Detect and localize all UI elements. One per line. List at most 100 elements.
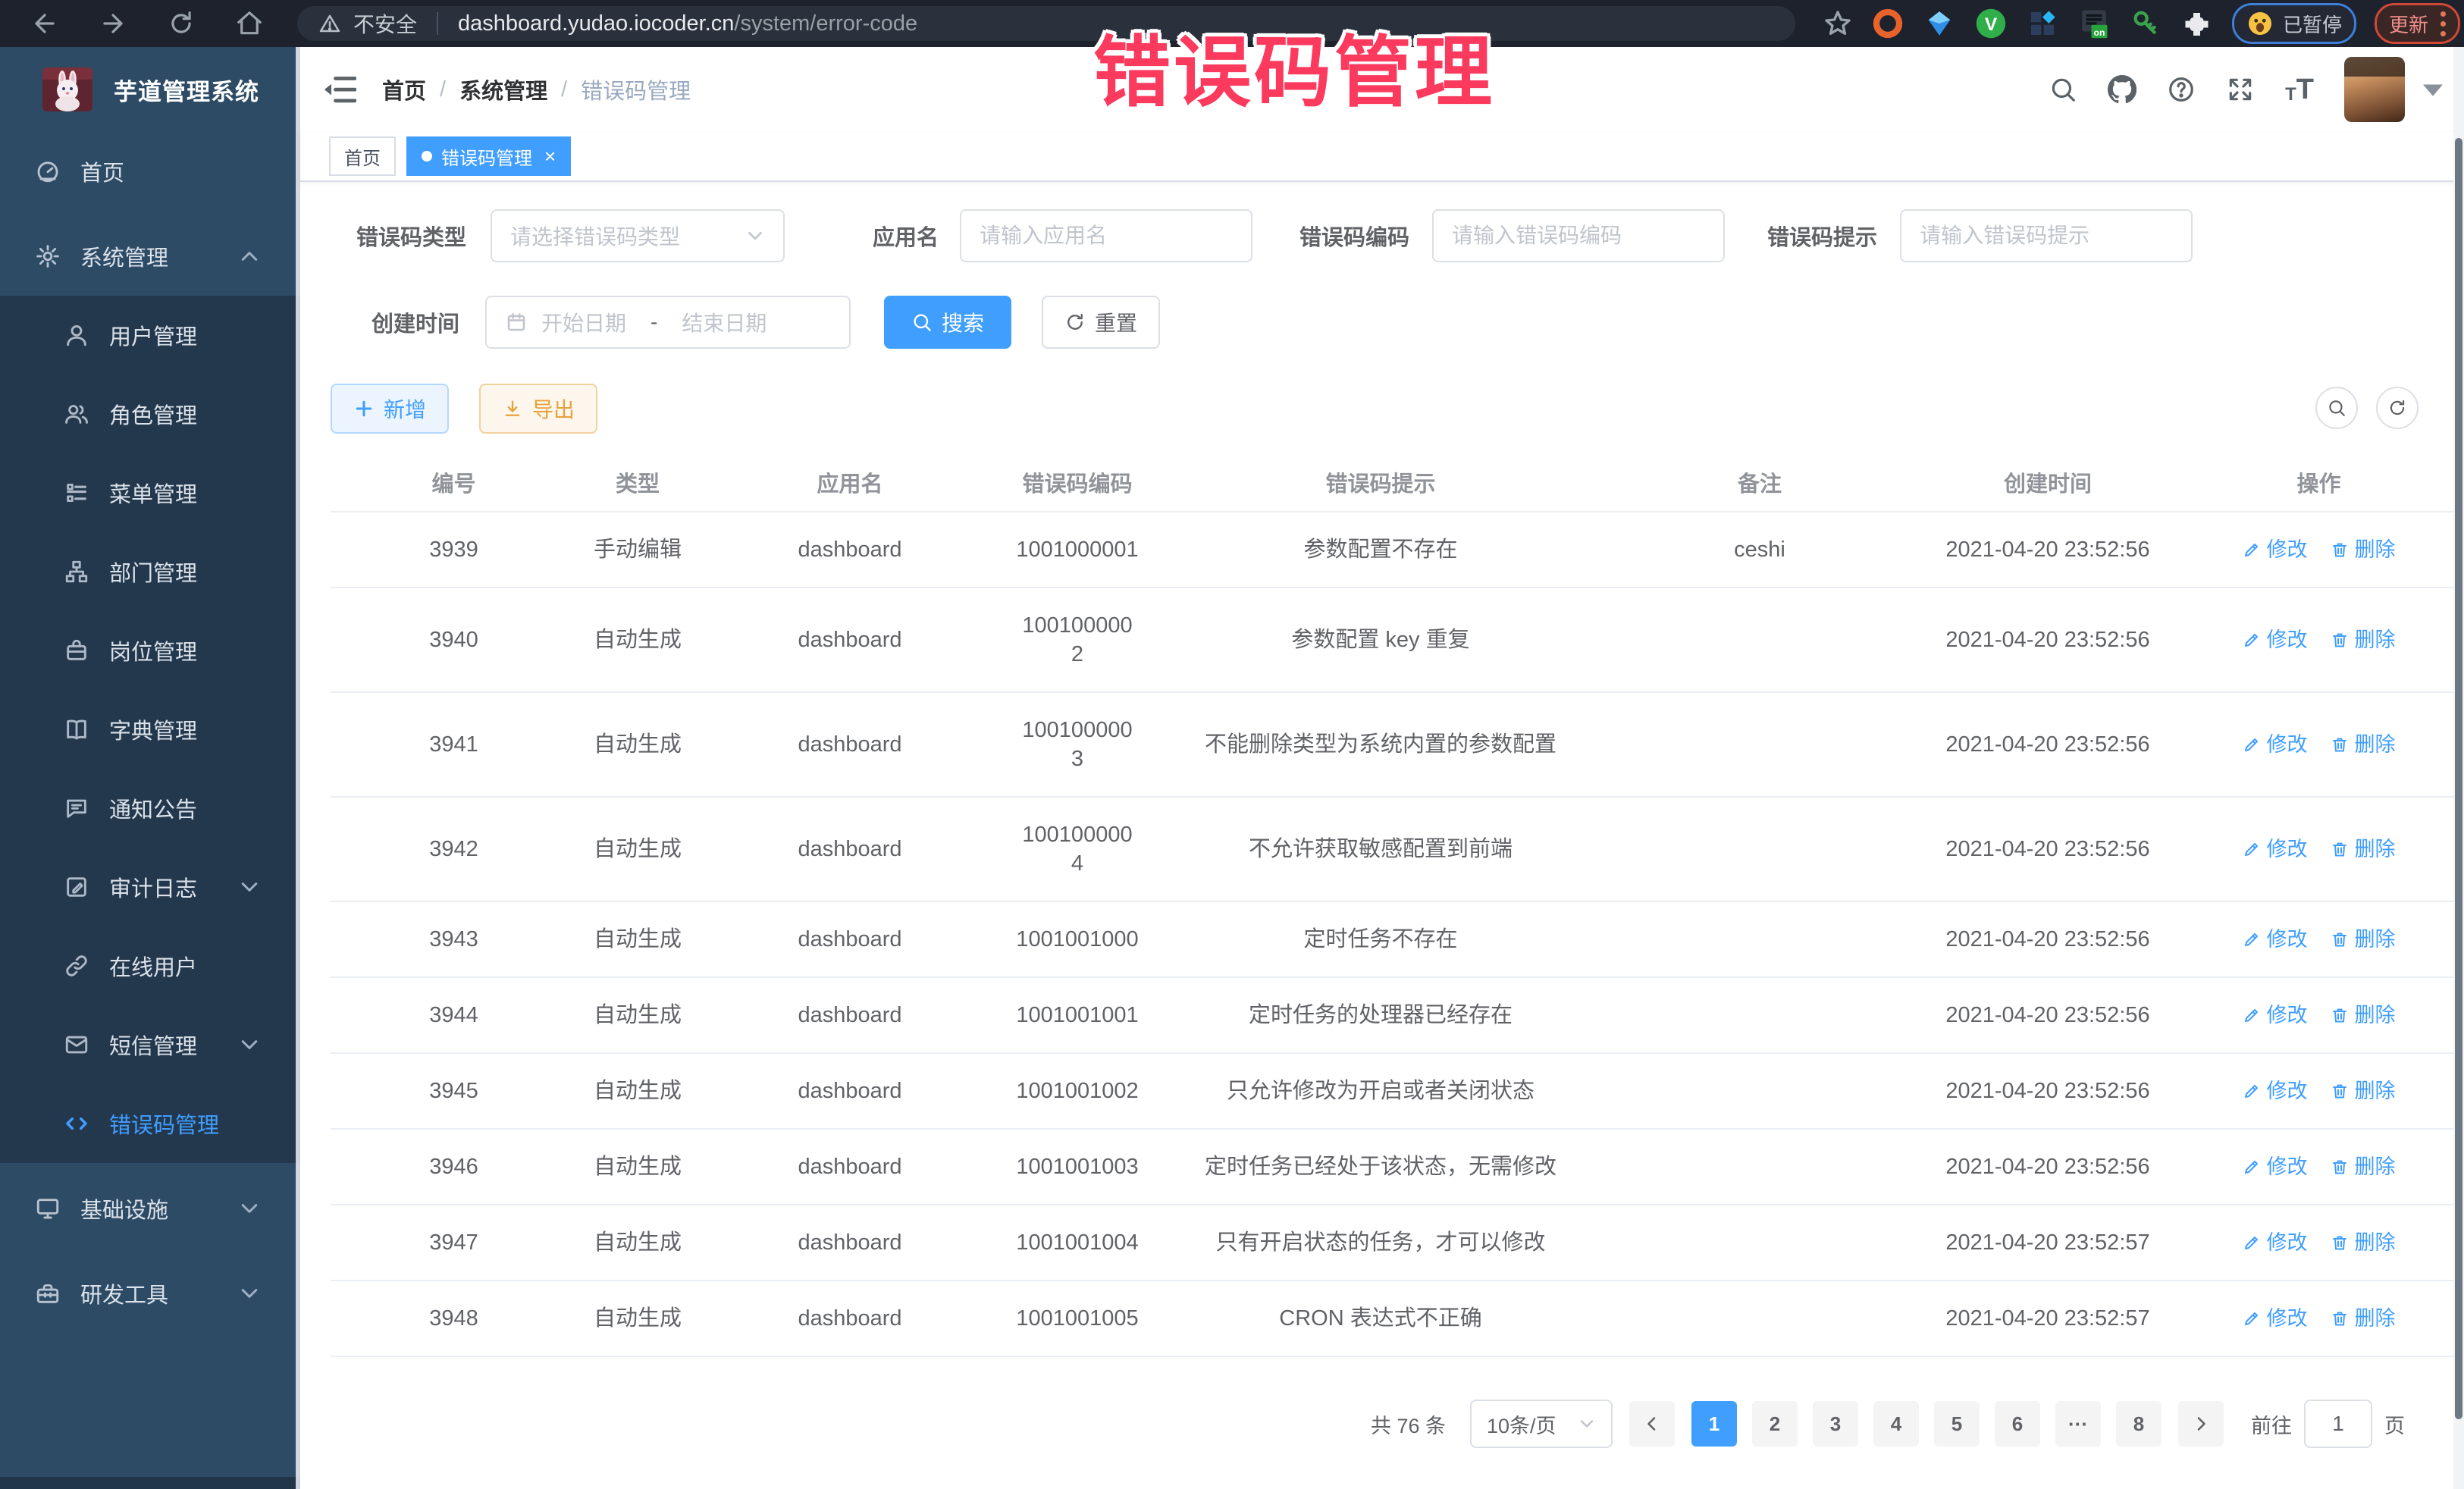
sidebar-item-online-users[interactable]: 在线用户 (0, 926, 300, 1005)
sidebar-item-sms-management[interactable]: 短信管理 (0, 1005, 300, 1084)
sidebar-item-post-management[interactable]: 岗位管理 (0, 611, 300, 690)
delete-link[interactable]: 删除 (2331, 1228, 2396, 1257)
page-button-3[interactable]: 3 (1813, 1401, 1858, 1447)
scrollbar-thumb[interactable] (2455, 138, 2462, 1419)
github-icon[interactable] (2108, 75, 2136, 104)
extension-orange-icon[interactable] (1871, 7, 1904, 40)
table-row[interactable]: 3945自动生成dashboard1001001002只允许修改为开启或者关闭状… (331, 1054, 2453, 1130)
reset-button[interactable]: 重置 (1042, 296, 1160, 349)
fullscreen-icon[interactable] (2226, 75, 2255, 104)
delete-link[interactable]: 删除 (2331, 1152, 2396, 1181)
page-button-2[interactable]: 2 (1752, 1401, 1798, 1447)
delete-link[interactable]: 删除 (2331, 625, 2396, 654)
delete-link[interactable]: 删除 (2331, 925, 2396, 954)
edit-link[interactable]: 修改 (2243, 1228, 2308, 1257)
caret-down-icon[interactable] (2423, 80, 2443, 99)
table-row[interactable]: 3941自动生成dashboard100100000 3不能删除类型为系统内置的… (331, 693, 2453, 798)
table-row[interactable]: 3943自动生成dashboard1001001000定时任务不存在2021-0… (331, 902, 2453, 978)
page-button-8[interactable]: 8 (2116, 1401, 2161, 1447)
sidebar-item-menu-management[interactable]: 菜单管理 (0, 453, 300, 532)
table-row[interactable]: 3948自动生成dashboard1001001005CRON 表达式不正确20… (331, 1281, 2453, 1357)
tab-error-code[interactable]: 错误码管理 × (406, 136, 571, 176)
goto-page-input[interactable] (2304, 1400, 2372, 1448)
user-avatar[interactable] (2344, 57, 2405, 122)
page-button-4[interactable]: 4 (1873, 1401, 1919, 1447)
extension-paused-badge[interactable]: 已暂停 (2232, 3, 2356, 44)
browser-update-button[interactable]: 更新 (2375, 3, 2460, 44)
table-row[interactable]: 3947自动生成dashboard1001001004只有开启状态的任务，才可以… (331, 1205, 2453, 1281)
address-bar[interactable]: 不安全 dashboard.yudao.iocoder.cn/system/er… (297, 6, 1795, 41)
next-page-button[interactable] (2178, 1401, 2224, 1447)
sidebar-logo[interactable]: 芋道管理系统 (0, 47, 300, 132)
page-button-1[interactable]: 1 (1691, 1401, 1737, 1447)
page-size-select[interactable]: 10条/页 (1470, 1400, 1613, 1448)
sidebar-item-notice-announcement[interactable]: 通知公告 (0, 769, 300, 848)
sidebar-item-user-management[interactable]: 用户管理 (0, 296, 300, 375)
sidebar-item-role-management[interactable]: 角色管理 (0, 375, 300, 453)
back-icon[interactable] (30, 9, 59, 38)
breadcrumb-home[interactable]: 首页 (382, 74, 426, 105)
create-time-range-picker[interactable]: 开始日期 - 结束日期 (485, 296, 851, 349)
delete-link[interactable]: 删除 (2331, 1001, 2396, 1030)
extension-key-icon[interactable] (2129, 7, 2162, 40)
sidebar-item-dev-tools[interactable]: 研发工具 (0, 1254, 300, 1333)
bookmark-star-icon[interactable] (1823, 8, 1853, 39)
edit-link[interactable]: 修改 (2243, 835, 2308, 864)
error-type-select[interactable]: 请选择错误码类型 (491, 209, 785, 262)
sidebar-item-dept-management[interactable]: 部门管理 (0, 532, 300, 611)
docs-question-icon[interactable] (2167, 75, 2196, 104)
delete-link[interactable]: 删除 (2331, 1077, 2396, 1105)
window-scrollbar[interactable] (2453, 47, 2464, 1489)
header-search-icon[interactable] (2049, 75, 2077, 104)
sidebar-item-infrastructure[interactable]: 基础设施 (0, 1169, 300, 1248)
export-button[interactable]: 导出 (479, 384, 597, 434)
home-icon[interactable] (235, 9, 264, 38)
edit-link[interactable]: 修改 (2243, 1077, 2308, 1105)
sidebar-item-error-code-management[interactable]: 错误码管理 (0, 1084, 300, 1163)
page-button-6[interactable]: 6 (1995, 1401, 2040, 1447)
edit-link[interactable]: 修改 (2243, 535, 2308, 564)
search-button[interactable]: 搜索 (884, 296, 1011, 349)
hamburger-icon[interactable] (323, 74, 356, 105)
add-button[interactable]: 新增 (331, 384, 449, 434)
extension-green-v-icon[interactable]: V (1974, 7, 2008, 40)
error-msg-input[interactable] (1900, 209, 2193, 262)
app-name-input[interactable] (960, 209, 1252, 262)
table-row[interactable]: 3942自动生成dashboard100100000 4不允许获取敏感配置到前端… (331, 798, 2453, 902)
sidebar-item-home[interactable]: 首页 (0, 132, 300, 211)
edit-link[interactable]: 修改 (2243, 925, 2308, 954)
extension-grid-icon[interactable] (2026, 7, 2059, 40)
delete-link[interactable]: 删除 (2331, 1304, 2396, 1333)
tab-close-icon[interactable]: × (544, 146, 556, 166)
extension-on-badge-icon[interactable]: on (2077, 7, 2111, 40)
edit-link[interactable]: 修改 (2243, 1001, 2308, 1030)
forward-icon[interactable] (99, 9, 127, 38)
browser-menu-icon[interactable] (2440, 11, 2446, 36)
fontsize-icon[interactable]: TT (2285, 75, 2314, 104)
edit-link[interactable]: 修改 (2243, 625, 2308, 654)
refresh-table-button[interactable] (2376, 387, 2419, 429)
delete-link[interactable]: 删除 (2331, 730, 2396, 759)
toggle-search-button[interactable] (2315, 387, 2358, 429)
prev-page-button[interactable] (1629, 1401, 1675, 1447)
table-row[interactable]: 3939手动编辑dashboard1001000001参数配置不存在ceshi2… (331, 513, 2453, 588)
page-ellipsis-button[interactable]: ··· (2055, 1401, 2101, 1447)
edit-link[interactable]: 修改 (2243, 1152, 2308, 1181)
table-row[interactable]: 3944自动生成dashboard1001001001定时任务的处理器已经存在2… (331, 978, 2453, 1054)
delete-link[interactable]: 删除 (2331, 835, 2396, 864)
sidebar-item-system-management[interactable]: 系统管理 (0, 217, 300, 296)
page-button-5[interactable]: 5 (1934, 1401, 1980, 1447)
breadcrumb-system[interactable]: 系统管理 (459, 74, 547, 105)
sidebar-collapse-bar[interactable] (0, 1477, 300, 1489)
table-row[interactable]: 3946自动生成dashboard1001001003定时任务已经处于该状态，无… (331, 1130, 2453, 1205)
sidebar-item-dict-management[interactable]: 字典管理 (0, 690, 300, 769)
sidebar-item-audit-log[interactable]: 审计日志 (0, 848, 300, 926)
edit-link[interactable]: 修改 (2243, 730, 2308, 759)
delete-link[interactable]: 删除 (2331, 535, 2396, 564)
table-row[interactable]: 3940自动生成dashboard100100000 2参数配置 key 重复2… (331, 588, 2453, 693)
extension-puzzle-icon[interactable] (2180, 7, 2214, 40)
edit-link[interactable]: 修改 (2243, 1304, 2308, 1333)
extension-gem-icon[interactable] (1923, 7, 1956, 40)
tab-home[interactable]: 首页 (329, 136, 396, 176)
error-code-input[interactable] (1432, 209, 1725, 262)
